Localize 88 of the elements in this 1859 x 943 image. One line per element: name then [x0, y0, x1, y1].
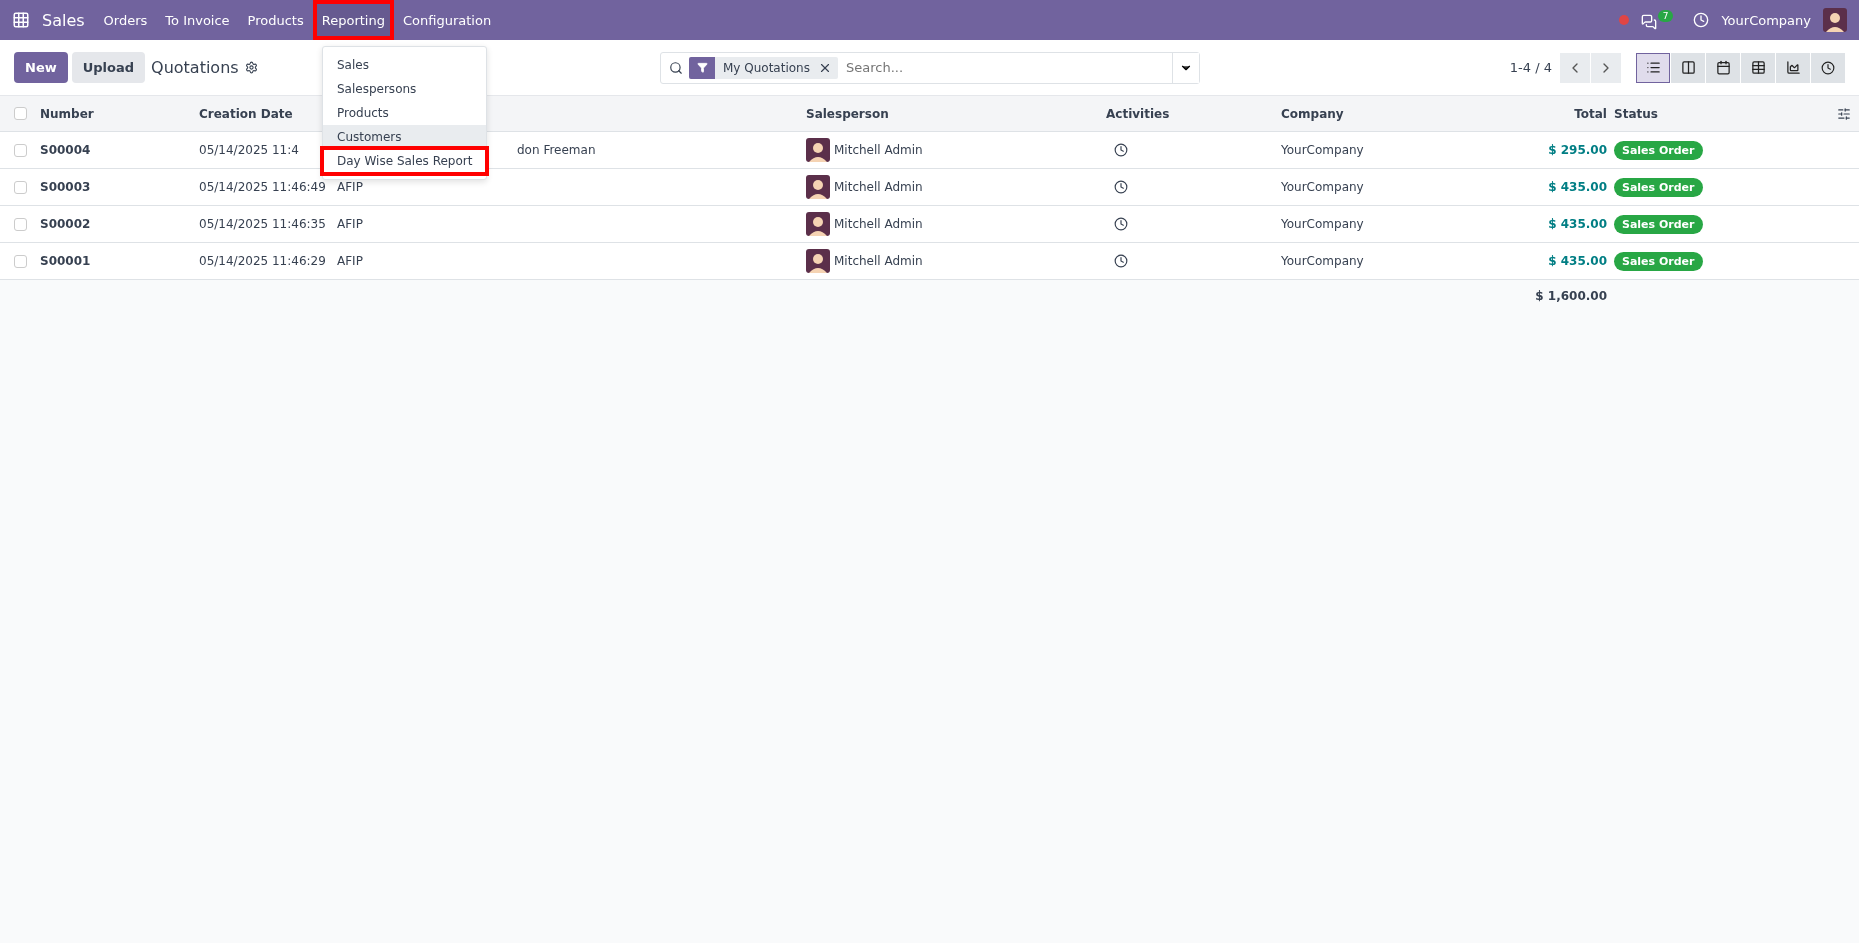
view-switch-button[interactable] [1671, 52, 1705, 83]
column-header[interactable]: Status [1614, 106, 1658, 121]
table-cell-text: S00001 [40, 254, 92, 268]
table-cell-text: YourCompany [1281, 180, 1365, 194]
nav-menu-item[interactable]: Reporting [312, 0, 394, 40]
row-checkbox[interactable] [14, 217, 27, 231]
pager-value[interactable]: 1-4 / 4 [1509, 60, 1552, 75]
table-cell-text: 05/14/2025 11:46:49 [199, 180, 327, 194]
search-options-toggle[interactable] [1172, 52, 1199, 83]
table-cell: AFIP [337, 254, 363, 268]
grand-total: $ 1,600.00 [1534, 289, 1608, 303]
view-switch-button[interactable] [1636, 52, 1670, 83]
table-cell-text: $ 435.00 [1547, 254, 1608, 268]
clock-icon [1821, 60, 1835, 75]
table-icon [1750, 60, 1766, 75]
apps-menu-icon[interactable] [12, 11, 30, 29]
view-switch-button[interactable] [1741, 52, 1775, 83]
table-cell-text: 05/14/2025 11:46:35 [199, 217, 327, 231]
table-cell-text: 05/14/2025 11:46:29 [199, 254, 327, 268]
column-header[interactable]: Company [1281, 106, 1501, 121]
view-switch-button[interactable] [1811, 52, 1845, 83]
activity-clock-icon[interactable] [1114, 180, 1128, 194]
kanban-view-icon [1680, 60, 1696, 75]
dropdown-item[interactable]: Customers [323, 125, 487, 149]
row-checkbox[interactable] [14, 180, 27, 194]
table-cell-text: $ 435.00 [1547, 217, 1608, 231]
nav-menu-item[interactable]: Configuration [393, 0, 501, 40]
table-cell-text: YourCompany [1281, 217, 1365, 231]
dropdown-item[interactable]: Products [323, 101, 487, 125]
upload-button[interactable]: Upload [71, 52, 146, 83]
salesperson-avatar [806, 175, 830, 199]
table-cell: Mitchell Admin [834, 217, 923, 231]
select-all-checkbox[interactable] [14, 107, 27, 120]
nav-menu-item[interactable]: Orders [94, 0, 157, 40]
filter-facet[interactable]: My Quotations [689, 56, 838, 79]
list-view-icon [1645, 60, 1661, 75]
column-header[interactable]: Activities [1106, 106, 1281, 121]
activity-clock-icon[interactable] [1114, 217, 1128, 231]
row-checkbox[interactable] [14, 254, 27, 268]
search-icon [669, 60, 683, 75]
column-header[interactable]: Salesperson [806, 106, 1106, 121]
status-badge: Sales Order [1614, 140, 1703, 160]
status-dot [1618, 15, 1629, 25]
dropdown-item[interactable]: Sales [323, 53, 487, 77]
table-cell-text: 05/14/2025 11:4 [199, 143, 300, 157]
status-badge: Sales Order [1614, 251, 1703, 271]
status-badge: Sales Order [1614, 177, 1703, 197]
table-cell: Mitchell Admin [834, 180, 923, 194]
activity-clock-icon[interactable] [1114, 143, 1128, 157]
nav-menu-item[interactable]: Products [238, 0, 313, 40]
area-chart-icon [1785, 60, 1801, 75]
page-title: Quotations [151, 58, 239, 77]
dropdown-item[interactable]: Day Wise Sales Report [323, 149, 487, 173]
filter-icon [689, 56, 715, 79]
salesperson-avatar [806, 138, 830, 162]
app-name[interactable]: Sales [42, 10, 85, 30]
settings-icon[interactable] [244, 61, 258, 74]
table-cell: don Freeman [517, 143, 596, 157]
table-cell: Mitchell Admin [834, 143, 923, 157]
table-cell: AFIP [337, 217, 363, 231]
status-badge: Sales Order [1614, 214, 1703, 234]
table-cell-text: S00002 [40, 217, 92, 231]
user-avatar [1823, 8, 1847, 32]
message-count: 7 [1657, 10, 1674, 22]
table-cell-text: S00004 [40, 143, 92, 157]
column-header[interactable]: Total [1501, 106, 1614, 121]
table-cell-text: $ 295.00 [1547, 143, 1608, 157]
activity-clock-icon[interactable] [1114, 254, 1128, 268]
column-header[interactable]: Number [40, 106, 199, 121]
nav-menu-item[interactable]: To Invoice [156, 0, 239, 40]
filter-label: My Quotations [722, 60, 811, 75]
salesperson-avatar [806, 212, 830, 236]
table-cell-text: S00003 [40, 180, 92, 194]
salesperson-avatar [806, 249, 830, 273]
table-cell: AFIP [337, 180, 363, 194]
row-checkbox[interactable] [14, 143, 27, 157]
dropdown-item[interactable]: Salespersons [323, 77, 487, 101]
view-switch-button[interactable] [1776, 52, 1810, 83]
table-cell-text: $ 435.00 [1547, 180, 1608, 194]
new-button[interactable]: New [14, 52, 68, 83]
company-name[interactable]: YourCompany [1721, 12, 1811, 28]
view-switch-button[interactable] [1706, 52, 1740, 83]
column-settings-icon[interactable] [1837, 106, 1851, 121]
table-cell-text: YourCompany [1281, 143, 1365, 157]
table-cell-text: YourCompany [1281, 254, 1365, 268]
table-cell: Mitchell Admin [834, 254, 923, 268]
calendar-icon [1715, 60, 1731, 75]
search-bar[interactable]: My Quotations Search... [660, 51, 1200, 84]
